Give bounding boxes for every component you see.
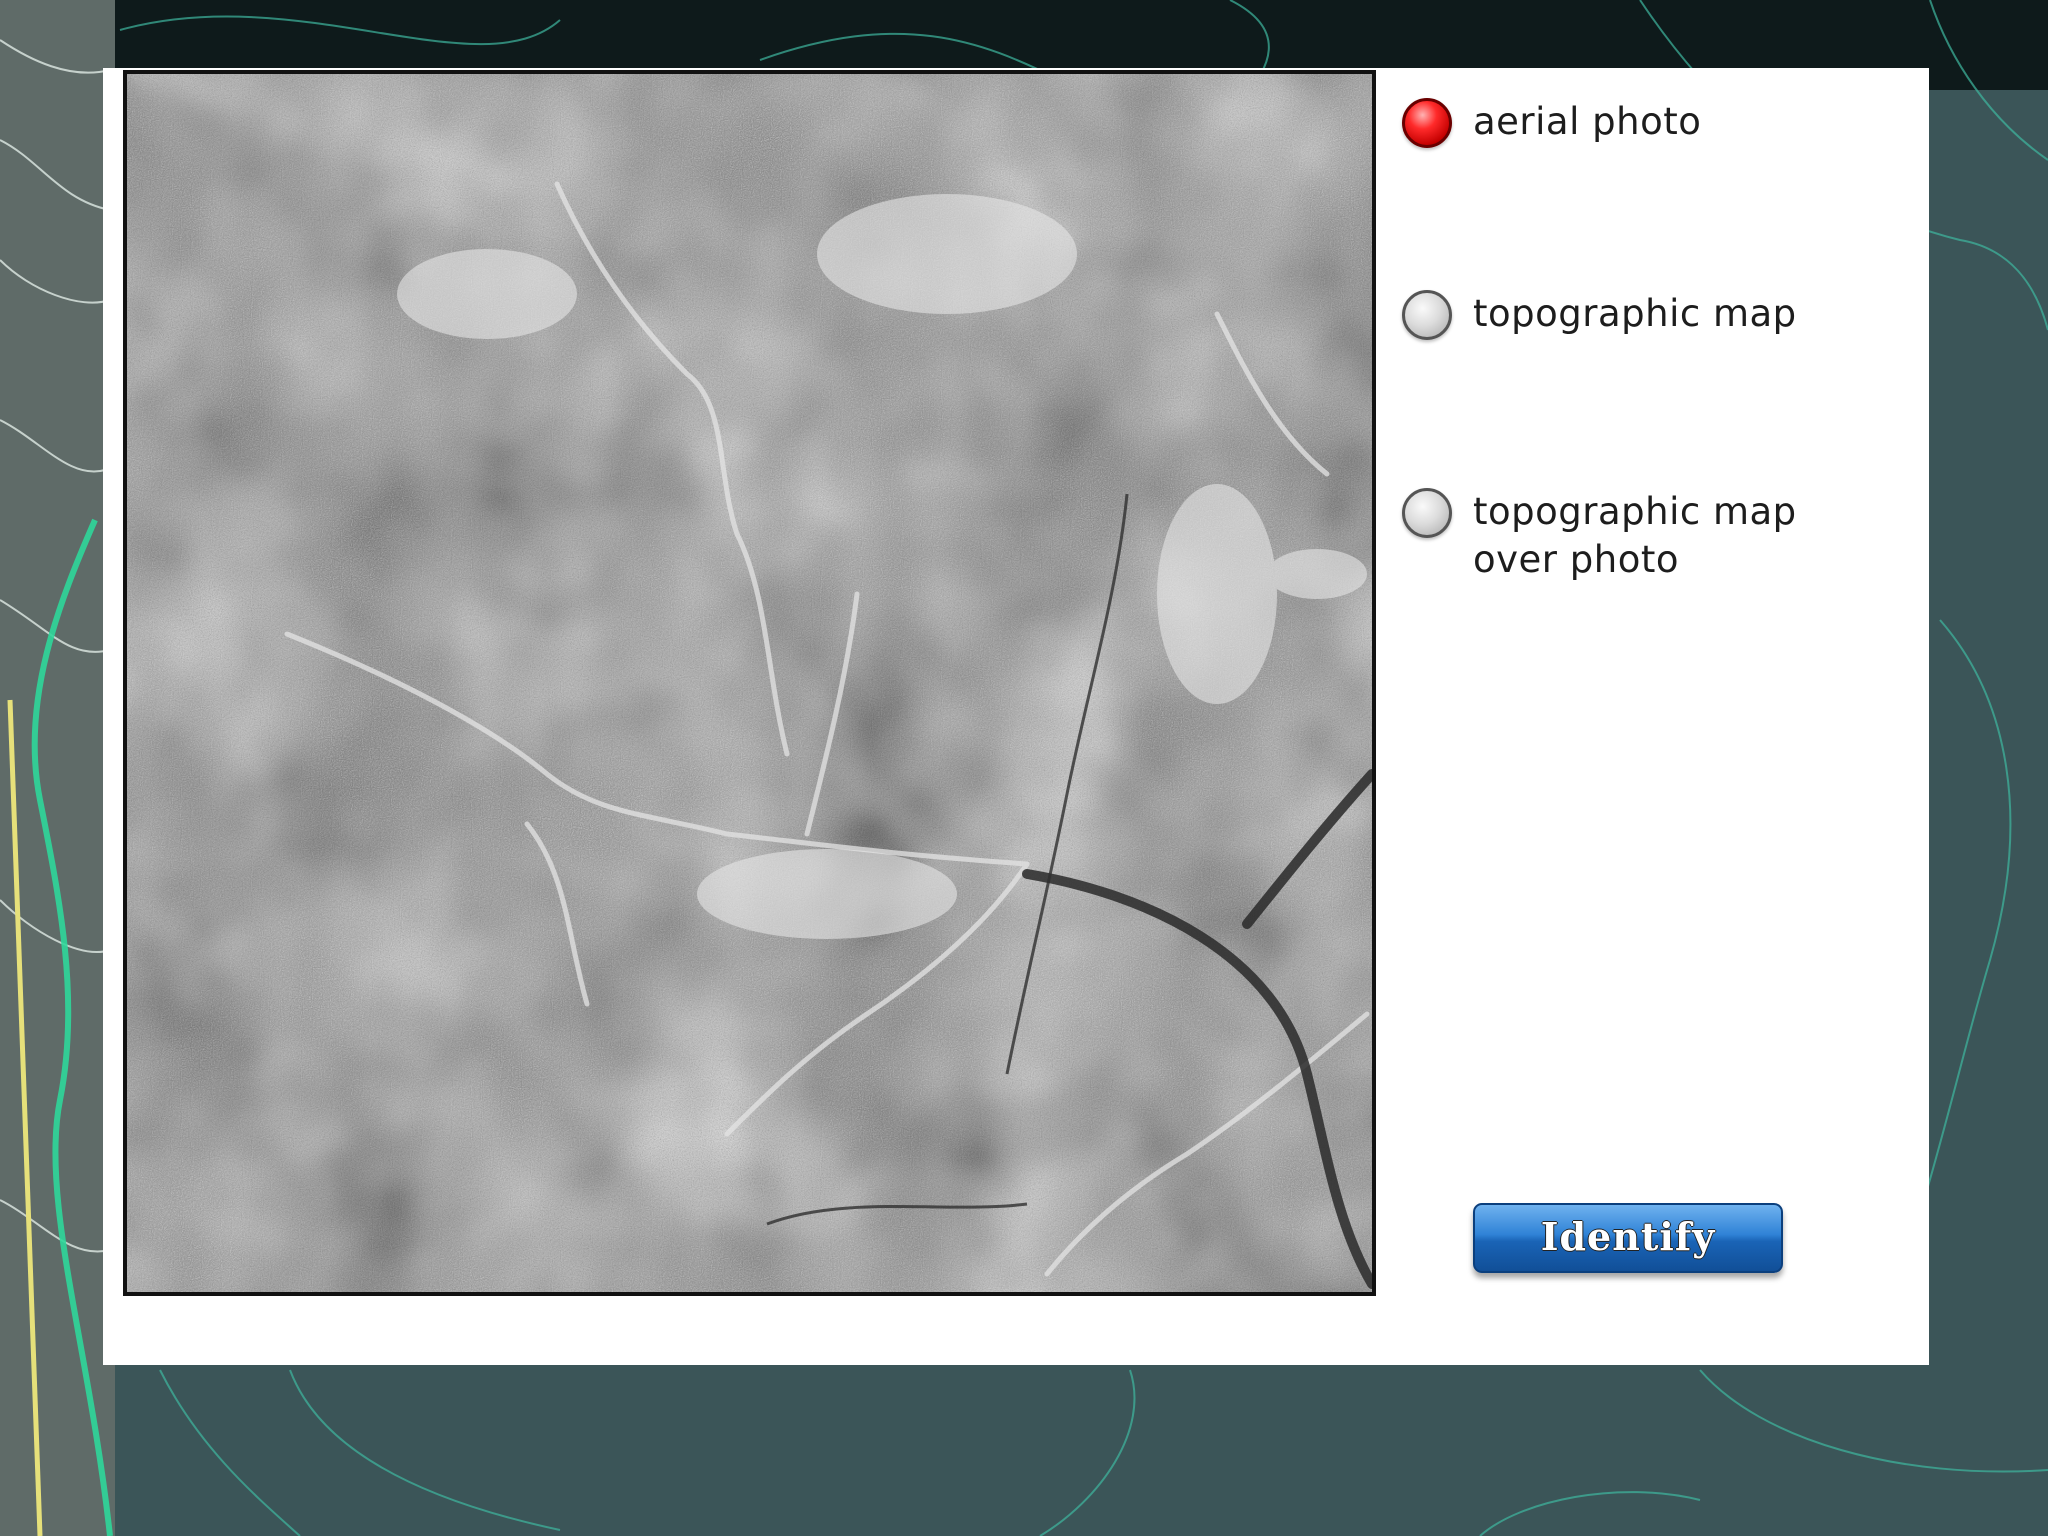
layer-option-label: topographic map over photo [1473, 490, 1797, 581]
radio-unselected-icon[interactable] [1402, 290, 1452, 340]
map-viewer[interactable] [123, 70, 1376, 1296]
aerial-photo-image [127, 74, 1372, 1292]
layer-option-aerial-photo[interactable]: aerial photo [1402, 98, 1701, 148]
radio-unselected-icon[interactable] [1402, 488, 1452, 538]
layer-option-label: aerial photo [1473, 100, 1702, 143]
layer-option-topographic-map[interactable]: topographic map [1402, 290, 1797, 340]
layer-option-topographic-map-over-photo[interactable]: topographic map over photo [1402, 488, 1797, 584]
radio-selected-icon[interactable] [1402, 98, 1452, 148]
identify-button[interactable]: Identify [1473, 1203, 1783, 1273]
layer-option-label: topographic map [1473, 292, 1797, 335]
